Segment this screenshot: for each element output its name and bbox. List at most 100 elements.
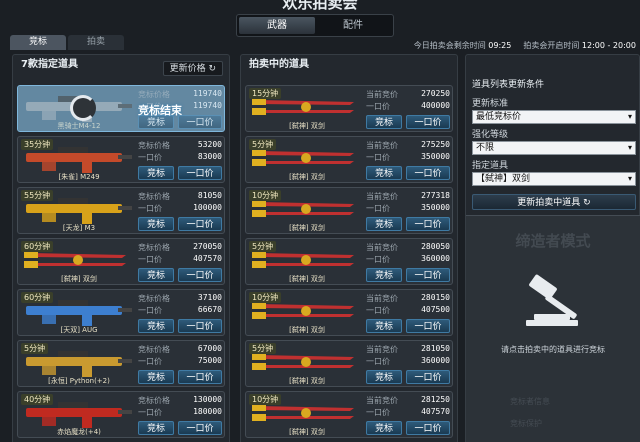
time-left-badge: 60分钟 (21, 292, 54, 303)
auction-items-title: 拍卖中的道具 (249, 59, 309, 70)
price-value: 407570 (193, 254, 222, 263)
buy-now-button[interactable]: 一口价 (178, 421, 222, 435)
price-value: 83000 (197, 152, 222, 161)
left_panel-card[interactable]: 黑骑士M4-12 竞标价格 119740 一口价 119740 竞标 一口价 竞标结束 (17, 85, 225, 132)
bid-button[interactable]: 竞标 (366, 217, 402, 231)
buy-now-button[interactable]: 一口价 (406, 115, 450, 129)
price-label: 一口价 (366, 357, 390, 366)
weapon-name: [弑神] 双剑 (289, 224, 325, 232)
tab-weapons[interactable]: 武器 (239, 17, 315, 34)
price-row-2: 一口价 350000 (366, 203, 450, 214)
price-row-1: 当前竞价 270250 (366, 89, 450, 100)
time-left-badge: 5分钟 (249, 241, 277, 252)
loading-spinner-icon (70, 95, 96, 121)
chevron-down-icon: ▾ (627, 143, 632, 152)
creator-mode-box: 缔造者模式 请点击拍卖中的道具进行竞标 竞标者信息 竞标保护 (466, 215, 640, 442)
timer-bar: 今日拍卖会剩余时间 09:25 拍卖会开启时间 12:00 - 20:00 (414, 40, 636, 51)
refresh-auction-button[interactable]: 更新拍卖中道具 ↻ (472, 194, 636, 210)
bid-button[interactable]: 竞标 (138, 166, 174, 180)
chevron-down-icon: ▾ (627, 112, 632, 121)
buy-now-button[interactable]: 一口价 (178, 370, 222, 384)
bid-button[interactable]: 竞标 (366, 319, 402, 333)
creator-mode-title: 缔造者模式 (515, 232, 591, 250)
mid_panel-card[interactable]: 5分钟 [弑神] 双剑 当前竞价 280050 一口价 360000 竞标 一口价 (245, 238, 453, 285)
left_panel-card[interactable]: 5分钟 [永恒] Python(+2) 竞标价格 67000 一口价 75000 竞标 一口价 (17, 340, 225, 387)
price-label: 当前竞价 (366, 141, 398, 150)
price-row-2: 一口价 66670 (138, 305, 222, 316)
weapon-name: [弑神] 双剑 (289, 173, 325, 181)
bid-button[interactable]: 竞标 (138, 217, 174, 231)
buy-now-button[interactable]: 一口价 (178, 319, 222, 333)
buy-now-button[interactable]: 一口价 (178, 217, 222, 231)
price-label: 一口价 (366, 102, 390, 111)
bid-button[interactable]: 竞标 (366, 421, 402, 435)
price-value: 360000 (421, 254, 450, 263)
faded-row-1: 竞标者信息 (510, 397, 550, 406)
price-row-2: 一口价 180000 (138, 407, 222, 418)
price-value: 130000 (193, 395, 222, 404)
mid_panel-card[interactable]: 10分钟 [弑神] 双剑 当前竞价 277318 一口价 350000 竞标 一口价 (245, 187, 453, 234)
left_panel-card[interactable]: 35分钟 [朱雀] M249 竞标价格 53200 一口价 83000 竞标 一口价 (17, 136, 225, 183)
mid_panel-card[interactable]: 15分钟 [弑神] 双剑 当前竞价 270250 一口价 400000 竞标 一口价 (245, 85, 453, 132)
sub-tabs: 竞标 拍卖 (10, 35, 124, 50)
price-row-2: 一口价 360000 (366, 254, 450, 265)
mid_panel-card[interactable]: 10分钟 [弑神] 双剑 当前竞价 281250 一口价 407570 竞标 一口价 (245, 391, 453, 438)
bid-button[interactable]: 竞标 (366, 166, 402, 180)
buy-now-button[interactable]: 一口价 (406, 217, 450, 231)
price-row-1: 当前竞价 281250 (366, 395, 450, 406)
price-label: 一口价 (366, 408, 390, 417)
buy-now-button[interactable]: 一口价 (178, 268, 222, 282)
price-label: 一口价 (138, 255, 162, 264)
item-select[interactable]: 【弑神】双剑 ▾ (472, 172, 636, 186)
tab-auction[interactable]: 拍卖 (68, 35, 124, 50)
price-row-1: 当前竞价 275250 (366, 140, 450, 151)
remaining-time: 今日拍卖会剩余时间 09:25 (413, 41, 512, 50)
price-value: 180000 (193, 407, 222, 416)
time-left-badge: 60分钟 (21, 241, 54, 252)
left_panel-card[interactable]: 60分钟 [弑神] 双剑 竞标价格 270050 一口价 407570 竞标 一口价 (17, 238, 225, 285)
price-label: 一口价 (366, 255, 390, 264)
bid-button[interactable]: 竞标 (138, 268, 174, 282)
price-label: 当前竞价 (366, 90, 398, 99)
buy-now-button[interactable]: 一口价 (406, 421, 450, 435)
time-left-badge: 10分钟 (249, 394, 282, 405)
bid-button[interactable]: 竞标 (138, 370, 174, 384)
buy-now-button[interactable]: 一口价 (406, 319, 450, 333)
bid-button[interactable]: 竞标 (366, 268, 402, 282)
left_panel-card[interactable]: 60分钟 [天双] AUG 竞标价格 37100 一口价 66670 竞标 一口价 (17, 289, 225, 336)
bid-button[interactable]: 竞标 (138, 421, 174, 435)
refresh-price-button[interactable]: 更新价格 ↻ (162, 61, 223, 76)
left_panel-card[interactable]: 55分钟 [天龙] M3 竞标价格 81050 一口价 100000 竞标 一口价 (17, 187, 225, 234)
tab-accessories[interactable]: 配件 (315, 17, 391, 34)
ended-overlay (18, 86, 224, 131)
weapon-name: [天双] AUG (60, 326, 98, 334)
price-label: 一口价 (138, 357, 162, 366)
mid_panel-card[interactable]: 5分钟 [弑神] 双剑 当前竞价 275250 一口价 350000 竞标 一口价 (245, 136, 453, 183)
mid_panel-card[interactable]: 10分钟 [弑神] 双剑 当前竞价 280150 一口价 407500 竞标 一口价 (245, 289, 453, 336)
buy-now-button[interactable]: 一口价 (406, 370, 450, 384)
open-time: 拍卖会开启时间 12:00 - 20:00 (523, 41, 636, 50)
bid-button[interactable]: 竞标 (366, 115, 402, 129)
weapon-name: [朱雀] M249 (58, 173, 100, 181)
price-value: 280150 (421, 293, 450, 302)
left_panel-card[interactable]: 40分钟 赤焰魔龙(+4) 竞标价格 130000 一口价 180000 竞标 一口价 (17, 391, 225, 438)
auction-items-panel: 拍卖中的道具 15分钟 [弑神] 双剑 当前竞价 270250 一口价 400000 竞标一… (240, 54, 458, 442)
bid-button[interactable]: 竞标 (138, 319, 174, 333)
price-row-2: 一口价 360000 (366, 356, 450, 367)
bid-button[interactable]: 竞标 (366, 370, 402, 384)
page-title: 欢乐拍卖会 (282, 0, 358, 12)
buy-now-button[interactable]: 一口价 (406, 268, 450, 282)
price-label: 竞标价格 (138, 294, 170, 303)
buy-now-button[interactable]: 一口价 (406, 166, 450, 180)
mid_panel-card[interactable]: 5分钟 [弑神] 双剑 当前竞价 281050 一口价 360000 竞标 一口价 (245, 340, 453, 387)
sort-select[interactable]: 最低竞标价 ▾ (472, 110, 636, 124)
chevron-down-icon: ▾ (627, 174, 632, 183)
time-left-badge: 15分钟 (249, 88, 282, 99)
enhance-select[interactable]: 不限 ▾ (472, 141, 636, 155)
creator-hint: 请点击拍卖中的道具进行竞标 (501, 345, 605, 354)
price-label: 一口价 (138, 153, 162, 162)
price-label: 一口价 (366, 306, 390, 315)
buy-now-button[interactable]: 一口价 (178, 166, 222, 180)
price-value: 66670 (197, 305, 222, 314)
tab-bid[interactable]: 竞标 (10, 35, 66, 50)
